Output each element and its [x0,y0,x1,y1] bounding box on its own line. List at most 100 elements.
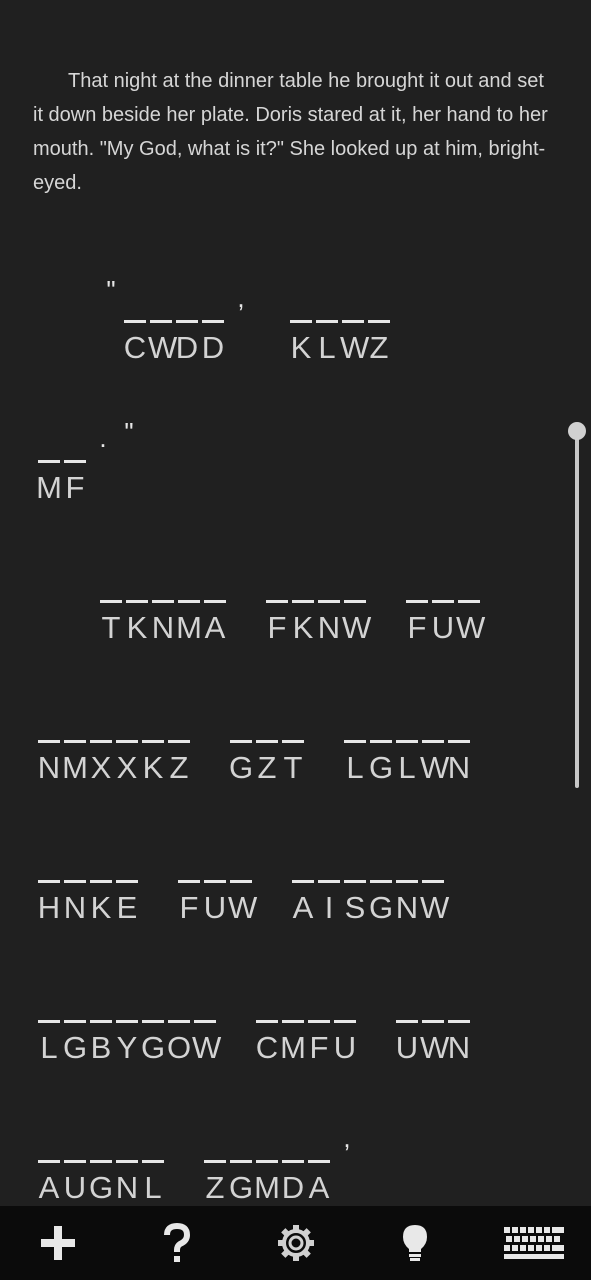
letter-cell[interactable]: M [176,566,202,646]
answer-blank[interactable] [178,880,200,883]
answer-blank[interactable] [64,740,86,743]
letter-cell[interactable]: A [306,1126,332,1206]
letter-cell[interactable]: F [404,566,430,646]
answer-blank[interactable] [116,1160,138,1163]
answer-blank[interactable] [116,1020,138,1023]
letter-cell[interactable]: U [62,1126,88,1206]
letter-cell[interactable]: I [316,846,342,926]
answer-blank[interactable] [90,1160,112,1163]
letter-cell[interactable]: Z [202,1126,228,1206]
answer-blank[interactable] [116,740,138,743]
letter-cell[interactable]: D [174,286,200,366]
answer-blank[interactable] [230,880,252,883]
answer-blank[interactable] [292,880,314,883]
answer-blank[interactable] [124,320,146,323]
answer-blank[interactable] [38,460,60,463]
answer-blank[interactable] [308,1020,330,1023]
answer-blank[interactable] [308,1160,330,1163]
letter-cell[interactable]: W [192,986,221,1066]
letter-cell[interactable]: W [420,986,449,1066]
answer-blank[interactable] [100,600,122,603]
letter-cell[interactable]: N [446,986,472,1066]
scrollbar-thumb[interactable] [568,422,586,440]
answer-blank[interactable] [204,600,226,603]
answer-blank[interactable] [256,1020,278,1023]
answer-blank[interactable] [194,1020,216,1023]
letter-cell[interactable]: N [36,706,62,786]
answer-blank[interactable] [422,1020,444,1023]
letter-cell[interactable]: L [314,286,340,366]
letter-cell[interactable]: Z [166,706,192,786]
answer-blank[interactable] [230,1160,252,1163]
letter-cell[interactable]: G [368,846,394,926]
answer-blank[interactable] [64,1020,86,1023]
answer-blank[interactable] [344,600,366,603]
letter-cell[interactable]: W [456,566,485,646]
answer-blank[interactable] [202,320,224,323]
letter-cell[interactable]: N [394,846,420,926]
answer-blank[interactable] [318,880,340,883]
letter-cell[interactable]: E [114,846,140,926]
letter-cell[interactable]: N [114,1126,140,1206]
letter-cell[interactable]: M [254,1126,280,1206]
letter-cell[interactable]: F [306,986,332,1066]
answer-blank[interactable] [292,600,314,603]
letter-cell[interactable]: O [166,986,192,1066]
answer-blank[interactable] [396,880,418,883]
letter-cell[interactable]: Z [254,706,280,786]
letter-cell[interactable]: L [140,1126,166,1206]
letter-cell[interactable]: K [290,566,316,646]
letter-cell[interactable]: G [88,1126,114,1206]
add-button[interactable] [18,1206,98,1280]
letter-cell[interactable]: T [98,566,124,646]
letter-cell[interactable]: F [62,426,88,506]
letter-cell[interactable]: F [264,566,290,646]
answer-blank[interactable] [178,600,200,603]
letter-cell[interactable]: M [62,706,88,786]
letter-cell[interactable]: W [420,846,449,926]
answer-blank[interactable] [204,1160,226,1163]
letter-cell[interactable]: F [176,846,202,926]
answer-blank[interactable] [256,740,278,743]
answer-blank[interactable] [334,1020,356,1023]
letter-cell[interactable]: X [114,706,140,786]
scrollbar-track[interactable] [575,432,579,788]
letter-cell[interactable]: N [150,566,176,646]
letter-cell[interactable]: W [340,286,369,366]
letter-cell[interactable]: N [446,706,472,786]
answer-blank[interactable] [370,880,392,883]
letter-cell[interactable]: M [36,426,62,506]
answer-blank[interactable] [152,600,174,603]
answer-blank[interactable] [90,880,112,883]
letter-cell[interactable]: K [88,846,114,926]
letter-cell[interactable]: Y [114,986,140,1066]
letter-cell[interactable]: K [140,706,166,786]
answer-blank[interactable] [204,880,226,883]
letter-cell[interactable]: L [36,986,62,1066]
answer-blank[interactable] [432,600,454,603]
answer-blank[interactable] [38,880,60,883]
answer-blank[interactable] [142,740,164,743]
letter-cell[interactable]: W [342,566,371,646]
answer-blank[interactable] [64,880,86,883]
answer-blank[interactable] [448,1020,470,1023]
help-button[interactable] [137,1206,217,1280]
letter-cell[interactable]: S [342,846,368,926]
answer-blank[interactable] [126,600,148,603]
answer-blank[interactable] [290,320,312,323]
answer-blank[interactable] [282,740,304,743]
letter-cell[interactable]: W [420,706,449,786]
answer-blank[interactable] [448,740,470,743]
answer-blank[interactable] [90,1020,112,1023]
answer-blank[interactable] [230,740,252,743]
answer-blank[interactable] [422,740,444,743]
letter-cell[interactable]: C [254,986,280,1066]
answer-blank[interactable] [116,880,138,883]
letter-cell[interactable]: T [280,706,306,786]
answer-blank[interactable] [396,740,418,743]
letter-cell[interactable]: N [62,846,88,926]
hint-button[interactable] [375,1206,455,1280]
answer-blank[interactable] [150,320,172,323]
answer-blank[interactable] [64,460,86,463]
letter-cell[interactable]: U [332,986,358,1066]
